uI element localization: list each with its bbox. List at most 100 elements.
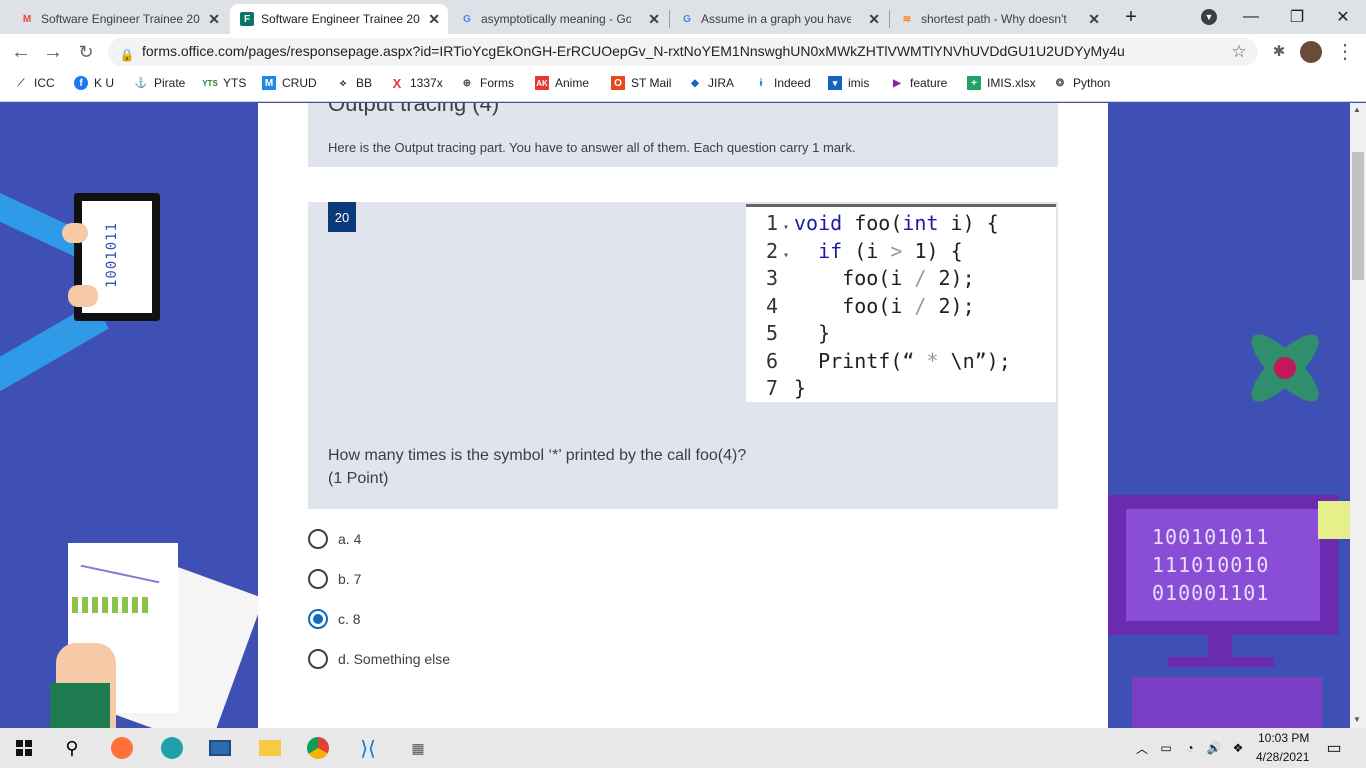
binary-line-1: 111010010 xyxy=(1152,553,1270,577)
vscode-icon[interactable]: ⟩⟨ xyxy=(356,736,380,760)
bookmark-jira[interactable]: ◆ JIRA xyxy=(688,76,734,90)
wifi-icon[interactable]: ◔ xyxy=(1178,736,1202,760)
scrollbar-thumb[interactable] xyxy=(1352,152,1364,280)
scroll-down-icon[interactable]: ▼ xyxy=(1353,715,1361,724)
bookmark-imis-xlsx[interactable]: + IMIS.xlsx xyxy=(967,76,1036,90)
reload-icon[interactable]: ↻ xyxy=(75,42,97,62)
bookmark-label: 1337x xyxy=(410,76,443,90)
gmail-icon: M xyxy=(22,13,32,25)
1337x-icon: X xyxy=(392,75,402,91)
tab-3[interactable]: G Assume in a graph you have ✕ xyxy=(670,4,888,34)
code-text: } xyxy=(794,376,807,400)
lock-icon: 🔒 xyxy=(119,48,135,62)
avatar[interactable] xyxy=(1300,41,1322,63)
search-icon[interactable]: ⚲ xyxy=(60,736,84,760)
bookmark-imis[interactable]: ▾ imis xyxy=(828,76,869,90)
bookmark-indeed[interactable]: ɨ Indeed xyxy=(754,76,811,90)
edge-icon[interactable] xyxy=(160,736,184,760)
code-text: void foo(int i) { xyxy=(794,211,999,235)
tab-close-icon[interactable]: ✕ xyxy=(868,11,880,28)
bookmark-label: YTS xyxy=(223,76,247,90)
clock-date[interactable]: 4/28/2021 xyxy=(1256,750,1309,764)
line-number: 3 xyxy=(765,266,778,290)
radio-button-selected[interactable] xyxy=(308,609,328,629)
section-description: Here is the Output tracing part. You hav… xyxy=(328,140,856,155)
bookmark-label: feature xyxy=(910,76,948,90)
papers-illustration xyxy=(40,533,264,728)
back-icon[interactable]: ← xyxy=(10,42,32,62)
bookmark-python[interactable]: ❂ Python xyxy=(1053,76,1111,90)
tray-chevron-icon[interactable]: ︿ xyxy=(1130,736,1154,760)
line-number: 1 xyxy=(765,211,778,235)
star-icon[interactable]: ☆ xyxy=(1228,42,1250,62)
code-line: 3 foo(i / 2); xyxy=(746,264,975,292)
bookmark-1337x[interactable]: X 1337x xyxy=(390,75,443,91)
file-explorer-icon[interactable] xyxy=(258,736,282,760)
bookmark-label: Indeed xyxy=(774,76,811,90)
dropbox-icon[interactable]: ❖ xyxy=(1226,736,1250,760)
photos-icon[interactable]: ▦ xyxy=(406,736,430,760)
app-window-icon[interactable] xyxy=(208,736,232,760)
bookmark-yts[interactable]: YTS YTS xyxy=(202,76,247,90)
url-text[interactable]: forms.office.com/pages/responsepage.aspx… xyxy=(142,43,1125,59)
new-tab-button[interactable]: + xyxy=(1108,0,1154,34)
option-b[interactable]: b. 7 xyxy=(308,569,361,589)
windows-start-icon[interactable] xyxy=(12,736,36,760)
radio-button[interactable] xyxy=(308,569,328,589)
option-a[interactable]: a. 4 xyxy=(308,529,361,549)
bookmark-label: ICC xyxy=(34,76,55,90)
tab-title: Assume in a graph you have xyxy=(701,12,851,26)
scroll-up-icon[interactable]: ▲ xyxy=(1353,105,1361,114)
bookmark-bb[interactable]: ⟡ BB xyxy=(336,76,372,90)
line-number: 5 xyxy=(765,321,778,345)
yts-icon: YTS xyxy=(202,78,218,88)
close-window-button[interactable]: ✕ xyxy=(1320,0,1366,34)
bookmark-stmail[interactable]: O ST Mail xyxy=(611,76,671,90)
radio-button[interactable] xyxy=(308,529,328,549)
bookmark-label: Python xyxy=(1073,76,1111,90)
bookmark-anime[interactable]: AK Anime xyxy=(535,76,589,90)
option-c[interactable]: c. 8 xyxy=(308,609,361,629)
page-background: 1001011 100101011 111010010 010001101 Ou… xyxy=(0,103,1350,728)
bookmark-pirate[interactable]: ⚓ Pirate xyxy=(134,76,186,90)
clock-time[interactable]: 10:03 PM xyxy=(1258,731,1309,745)
imis-icon: ▾ xyxy=(828,76,842,90)
chrome-icon[interactable] xyxy=(306,736,330,760)
firefox-icon[interactable] xyxy=(110,736,134,760)
forward-icon[interactable]: → xyxy=(42,42,64,62)
menu-icon[interactable]: ⋮ xyxy=(1334,42,1356,62)
option-label: a. 4 xyxy=(338,531,362,547)
bookmark-forms[interactable]: ⊕ Forms xyxy=(460,76,514,90)
binary-line-2: 010001101 xyxy=(1152,581,1270,605)
bookmark-label: JIRA xyxy=(708,76,735,90)
code-line: 6 Printf(“ * \n”); xyxy=(746,347,1011,375)
tab-close-icon[interactable]: ✕ xyxy=(208,11,220,28)
bookmark-ku[interactable]: fK U xyxy=(74,76,114,90)
bookmark-label: Anime xyxy=(555,76,590,90)
binary-line-0: 100101011 xyxy=(1152,525,1270,549)
tab-close-icon[interactable]: ✕ xyxy=(1088,11,1100,28)
bookmark-crud[interactable]: M CRUD xyxy=(262,76,317,90)
facebook-icon: f xyxy=(74,76,88,90)
tab-search-icon[interactable]: ▼ xyxy=(1186,0,1232,34)
tab-2[interactable]: G asymptotically meaning - Goo ✕ xyxy=(450,4,668,34)
radio-button[interactable] xyxy=(308,649,328,669)
extensions-icon[interactable]: ✱ xyxy=(1268,42,1290,62)
tab-0[interactable]: M Software Engineer Trainee 20 ✕ xyxy=(10,4,228,34)
bookmark-icc[interactable]: ⟋ ICC xyxy=(14,76,55,90)
google-icon: G xyxy=(463,13,471,25)
option-d[interactable]: d. Something else xyxy=(308,649,450,669)
maximize-button[interactable]: ❐ xyxy=(1274,0,1320,34)
bookmark-label: BB xyxy=(356,76,373,90)
tab-close-icon[interactable]: ✕ xyxy=(428,11,440,28)
indeed-icon: ɨ xyxy=(759,77,763,89)
tab-1[interactable]: F Software Engineer Trainee 20 ✕ xyxy=(230,4,448,34)
tab-close-icon[interactable]: ✕ xyxy=(648,11,660,28)
minimize-button[interactable]: — xyxy=(1228,0,1274,34)
code-line: 4 foo(i / 2); xyxy=(746,292,975,320)
bookmark-feature[interactable]: ▶ feature xyxy=(890,76,947,90)
tab-4[interactable]: ≋ shortest path - Why doesn't D ✕ xyxy=(890,4,1108,34)
line-number: 2 xyxy=(765,238,778,263)
notification-icon[interactable]: ▭ xyxy=(1322,736,1346,760)
volume-icon[interactable]: 🔊 xyxy=(1202,736,1226,760)
